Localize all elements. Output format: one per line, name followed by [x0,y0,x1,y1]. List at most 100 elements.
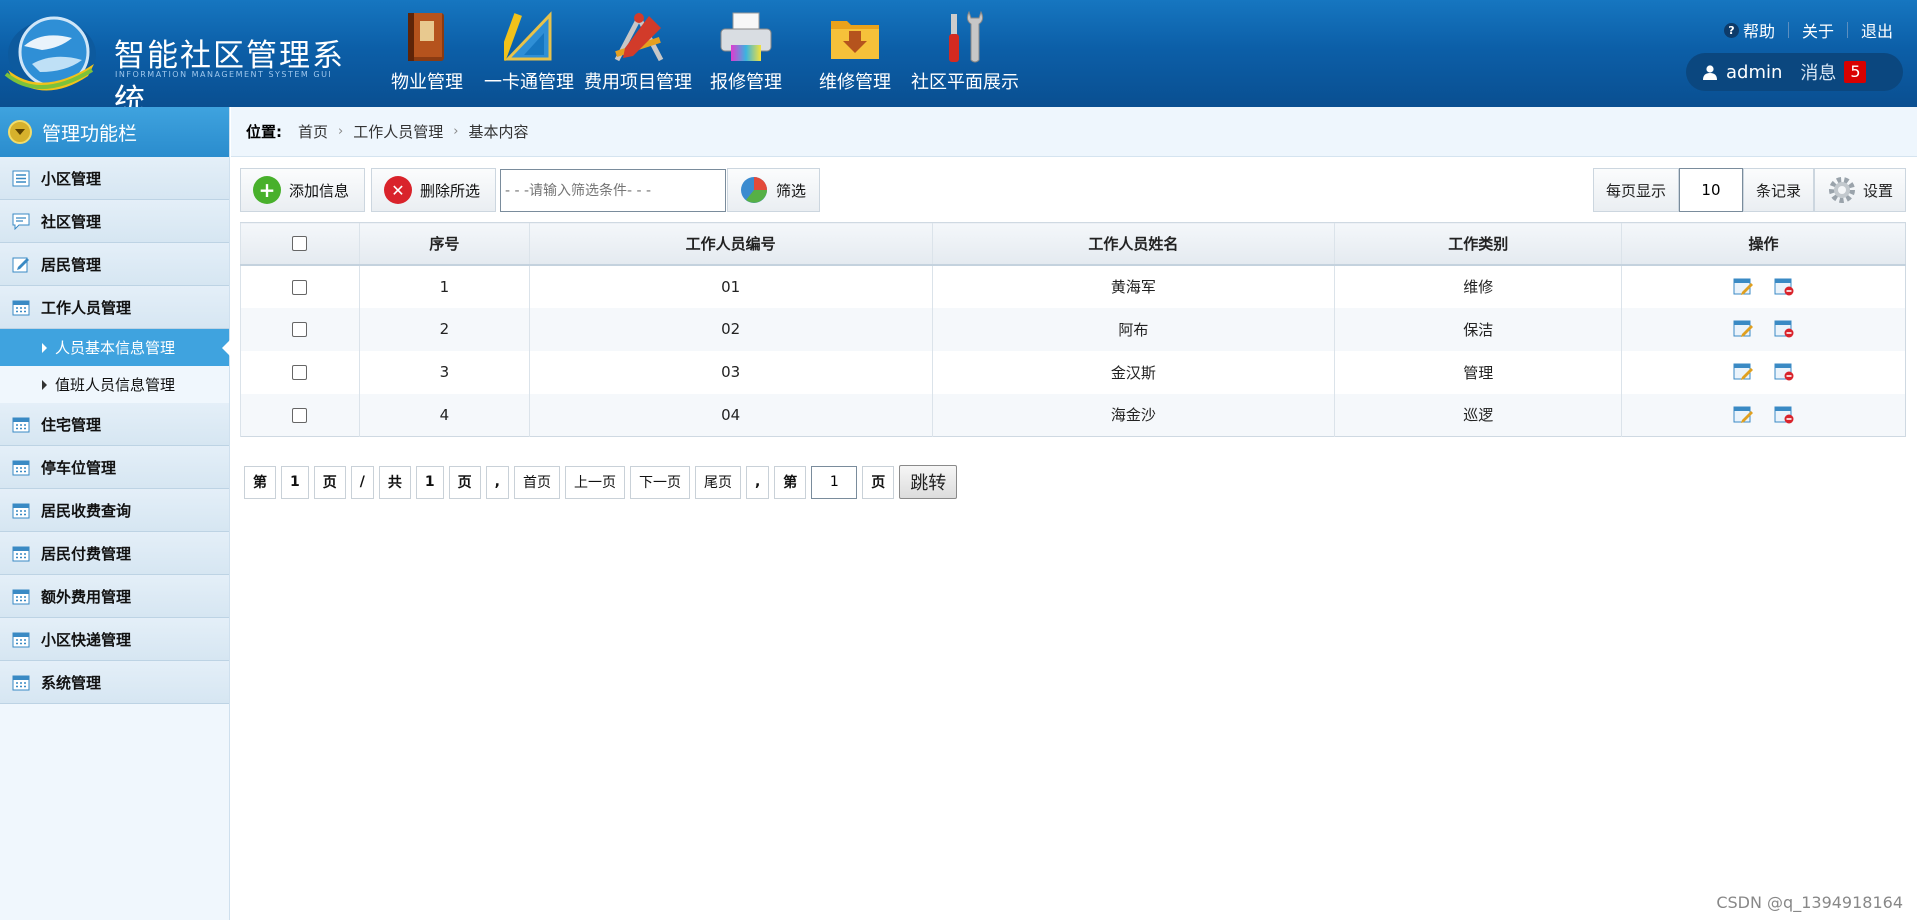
prev-page-button[interactable]: 上一页 [564,465,625,499]
sidebar-item-label: 额外费用管理 [41,587,132,606]
column-header: 操作 [1621,222,1906,266]
delete-icon[interactable] [1774,406,1794,424]
sidebar-item-community[interactable]: 社区管理 [0,200,229,243]
nav-label: 报修管理 [710,72,782,93]
top-links: ? 帮助 关于 退出 [1723,18,1893,42]
plus-circle-icon: + [253,176,281,204]
cell-index: 2 [358,307,530,351]
row-checkbox[interactable] [292,322,308,337]
row-checkbox[interactable] [292,407,308,423]
ruler-triangle-icon [497,10,561,64]
sidebar-item-label: 居民收费查询 [41,501,132,520]
delete-icon[interactable] [1774,278,1794,296]
jump-button[interactable]: 跳转 [899,465,958,499]
add-button[interactable]: + 添加信息 [240,168,365,212]
sidebar-subitem-staff-basic[interactable]: 人员基本信息管理 [0,329,230,366]
top-nav: 物业管理 一卡通管理 费用项目管理 报修管理 维修管理 社区平面展示 [380,0,1020,107]
nav-repair-request[interactable]: 报修管理 [692,0,800,107]
logout-link[interactable]: 退出 [1861,18,1893,42]
select-all-checkbox[interactable] [292,236,308,252]
sidebar-item-parking[interactable]: 停车位管理 [0,446,229,489]
settings-label: 设置 [1862,181,1893,200]
folder-download-icon [823,10,887,64]
nav-community-map[interactable]: 社区平面展示 [910,0,1020,107]
sidebar-item-express[interactable]: 小区快递管理 [0,618,229,661]
cell-staff-name: 黄海军 [931,264,1335,308]
edit-icon[interactable] [1733,320,1754,338]
edit-icon[interactable] [1733,406,1754,424]
globe-logo-icon [4,16,96,91]
delete-icon[interactable] [1774,320,1794,338]
sidebar-item-estate[interactable]: 小区管理 [0,157,229,200]
cell-staff-name: 海金沙 [931,393,1335,437]
nav-label: 物业管理 [391,72,463,93]
messages-link[interactable]: 消息 [1800,59,1836,85]
nav-property[interactable]: 物业管理 [380,0,474,107]
select-all-cell [240,222,360,266]
divider [1846,22,1848,38]
row-checkbox[interactable] [292,365,308,380]
sidebar-item-staff[interactable]: 工作人员管理 [0,286,229,329]
sidebar-item-label: 工作人员管理 [41,298,132,317]
per-page-input[interactable] [1678,168,1743,212]
per-page-control: 每页显示 条记录 设置 [1592,168,1906,212]
last-page-button[interactable]: 尾页 [694,465,741,499]
about-link[interactable]: 关于 [1802,18,1834,42]
chat-icon [12,213,30,230]
sidebar-item-housing[interactable]: 住宅管理 [0,403,229,446]
list-icon [12,170,30,186]
calendar-icon [12,503,30,518]
sidebar-item-fee-query[interactable]: 居民收费查询 [0,489,229,532]
nav-label: 维修管理 [819,72,891,93]
breadcrumb-staff[interactable]: 工作人员管理 [353,121,443,142]
sidebar-item-residents[interactable]: 居民管理 [0,243,229,286]
delete-selected-button[interactable]: ✕ 删除所选 [371,168,496,212]
delete-icon[interactable] [1774,363,1794,381]
sidebar-item-label: 小区管理 [41,169,102,188]
help-link[interactable]: 帮助 [1743,18,1775,42]
column-header[interactable]: 工作人员姓名 [931,222,1335,266]
top-header: 智能社区管理系统 INFORMATION MANAGEMENT SYSTEM G… [0,0,1917,119]
nav-fee-items[interactable]: 费用项目管理 [584,0,692,107]
cell-staff-id: 03 [528,350,933,394]
sidebar-subitem-on-duty[interactable]: 值班人员信息管理 [0,366,229,403]
goto-page-input[interactable] [811,465,858,499]
add-button-label: 添加信息 [289,181,350,200]
divider [1787,22,1789,38]
calendar-icon [12,417,30,432]
chevron-right-icon: › [338,124,344,139]
edit-icon[interactable] [1733,363,1754,381]
sidebar-item-extra-fees[interactable]: 额外费用管理 [0,575,229,618]
pager-text: 第 [244,465,276,499]
nav-maintenance[interactable]: 维修管理 [800,0,910,107]
sidebar-item-payment[interactable]: 居民付费管理 [0,532,229,575]
collapse-icon[interactable] [8,120,32,144]
message-count-badge[interactable]: 5 [1844,61,1867,83]
sidebar-header[interactable]: 管理功能栏 [0,107,229,157]
first-page-button[interactable]: 首页 [513,465,560,499]
filter-button-label: 筛选 [776,181,807,200]
sidebar-item-label: 居民管理 [41,255,102,274]
printer-icon [714,10,778,64]
column-header[interactable]: 序号 [358,222,530,266]
column-header[interactable]: 工作类别 [1334,222,1622,266]
book-icon [395,10,459,64]
row-checkbox[interactable] [292,279,308,295]
edit-icon[interactable] [1733,278,1754,296]
sidebar-item-system[interactable]: 系统管理 [0,661,229,704]
close-circle-icon: ✕ [384,176,412,204]
breadcrumb-home[interactable]: 首页 [298,121,328,142]
filter-button[interactable]: 筛选 [727,168,820,212]
calendar-icon [12,589,30,604]
username[interactable]: admin [1726,62,1782,83]
filter-input[interactable] [500,169,726,212]
tools-icon [933,10,997,64]
pager-total-pages: 1 [415,465,444,499]
nav-card[interactable]: 一卡通管理 [474,0,584,107]
settings-button[interactable]: 设置 [1813,168,1906,212]
cell-staff-name: 金汉斯 [931,350,1335,394]
column-header[interactable]: 工作人员编号 [528,222,933,266]
next-page-button[interactable]: 下一页 [629,465,690,499]
cell-job-type: 维修 [1334,264,1622,308]
sidebar-subitem-label: 人员基本信息管理 [55,339,176,357]
